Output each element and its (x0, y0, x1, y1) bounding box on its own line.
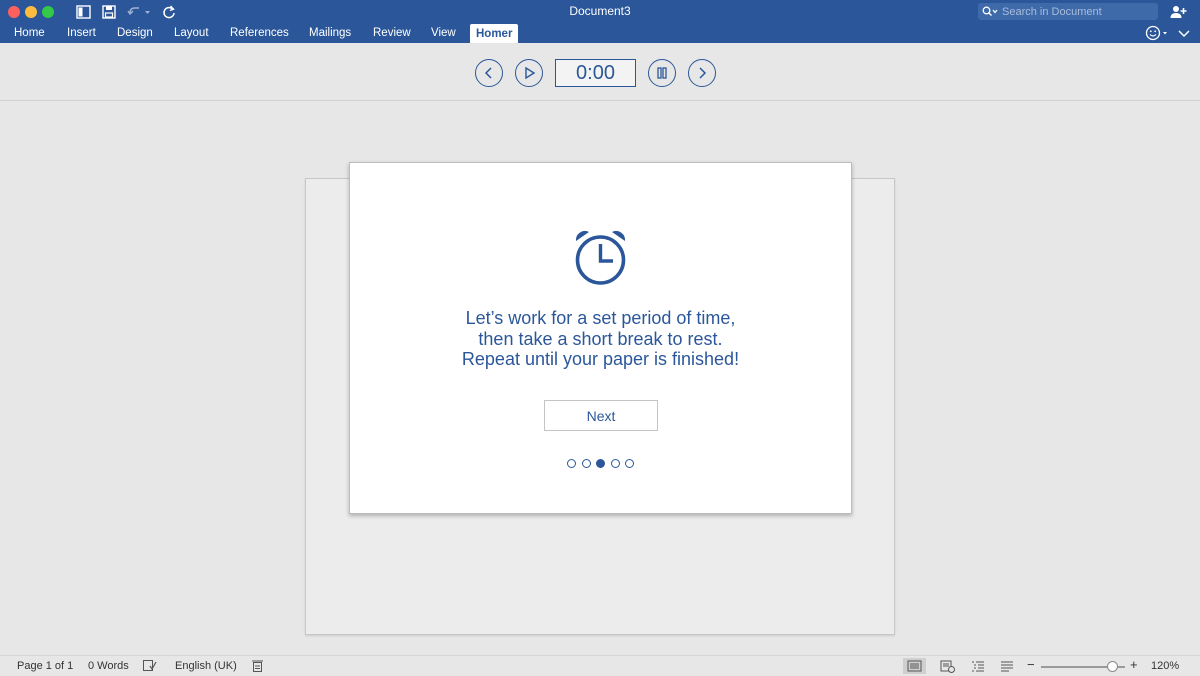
sidebar-icon[interactable] (75, 3, 91, 21)
page-count[interactable]: Page 1 of 1 (17, 660, 73, 673)
tab-references[interactable]: References (230, 23, 289, 43)
back-button[interactable] (475, 59, 503, 87)
tab-view[interactable]: View (431, 23, 456, 43)
message-line: Repeat until your paper is finished! (461, 349, 740, 369)
tab-insert[interactable]: Insert (67, 23, 96, 43)
proofing-icon[interactable] (143, 659, 157, 673)
homer-dialog: Let’s work for a set period of time, the… (349, 162, 852, 514)
title-bar: Document3 (0, 0, 1200, 23)
back-icon (482, 66, 496, 80)
pager-dot[interactable] (610, 459, 620, 468)
language-indicator[interactable]: English (UK) (175, 660, 237, 673)
message-line: then take a short break to rest. (478, 328, 723, 349)
tab-layout[interactable]: Layout (174, 23, 209, 43)
maximize-window-button[interactable] (42, 6, 54, 18)
search-icon (982, 6, 998, 17)
zoom-out-button[interactable]: − (1027, 658, 1035, 671)
ribbon-tab-bar: Home Insert Design Layout References Mai… (0, 23, 1200, 43)
forward-icon (695, 66, 709, 80)
search-box[interactable] (978, 3, 1158, 20)
play-button[interactable] (515, 59, 543, 87)
message-line: Let’s work for a set period of time, (465, 308, 736, 328)
minimize-window-button[interactable] (25, 6, 37, 18)
tab-design[interactable]: Design (117, 23, 153, 43)
print-layout-icon[interactable] (903, 658, 926, 674)
undo-icon[interactable] (126, 3, 152, 21)
play-icon (522, 66, 536, 80)
save-icon[interactable] (101, 3, 117, 21)
smiley-icon[interactable] (1144, 24, 1174, 42)
zoom-in-button[interactable]: + (1130, 658, 1138, 671)
timer-display: 0:00 (555, 59, 636, 87)
word-count[interactable]: 0 Words (88, 660, 129, 673)
zoom-slider-thumb[interactable] (1106, 661, 1118, 672)
homer-toolbar: 0:00 (0, 43, 1200, 101)
zoom-level[interactable]: 120% (1151, 660, 1179, 673)
zoom-slider[interactable] (1041, 661, 1125, 672)
chevron-down-icon[interactable] (1176, 24, 1192, 42)
next-button[interactable]: Next (544, 400, 658, 431)
draft-icon[interactable] (1000, 659, 1014, 673)
tab-review[interactable]: Review (373, 23, 411, 43)
alarm-clock-icon (572, 227, 629, 292)
document-title: Document3 (569, 4, 631, 18)
pager-dot[interactable] (625, 459, 634, 468)
tab-homer[interactable]: Homer (470, 24, 519, 43)
web-layout-icon[interactable] (940, 659, 955, 673)
pause-button[interactable] (648, 59, 676, 87)
pager-dot[interactable] (567, 459, 576, 468)
outline-icon[interactable] (971, 659, 985, 673)
status-bar: Page 1 of 1 0 Words English (UK) − + 120… (0, 655, 1200, 676)
share-icon[interactable] (1169, 3, 1187, 21)
pager-dot-active[interactable] (596, 459, 605, 468)
pause-icon (655, 66, 669, 80)
close-window-button[interactable] (8, 6, 20, 18)
redo-icon[interactable] (161, 3, 177, 21)
dialog-message: Let’s work for a set period of time, the… (350, 308, 851, 370)
tab-mailings[interactable]: Mailings (309, 23, 351, 43)
search-input[interactable] (1002, 5, 1152, 18)
forward-button[interactable] (688, 59, 716, 87)
tab-home[interactable]: Home (14, 23, 45, 43)
pager-dot[interactable] (581, 459, 591, 468)
macro-icon[interactable] (251, 659, 264, 673)
